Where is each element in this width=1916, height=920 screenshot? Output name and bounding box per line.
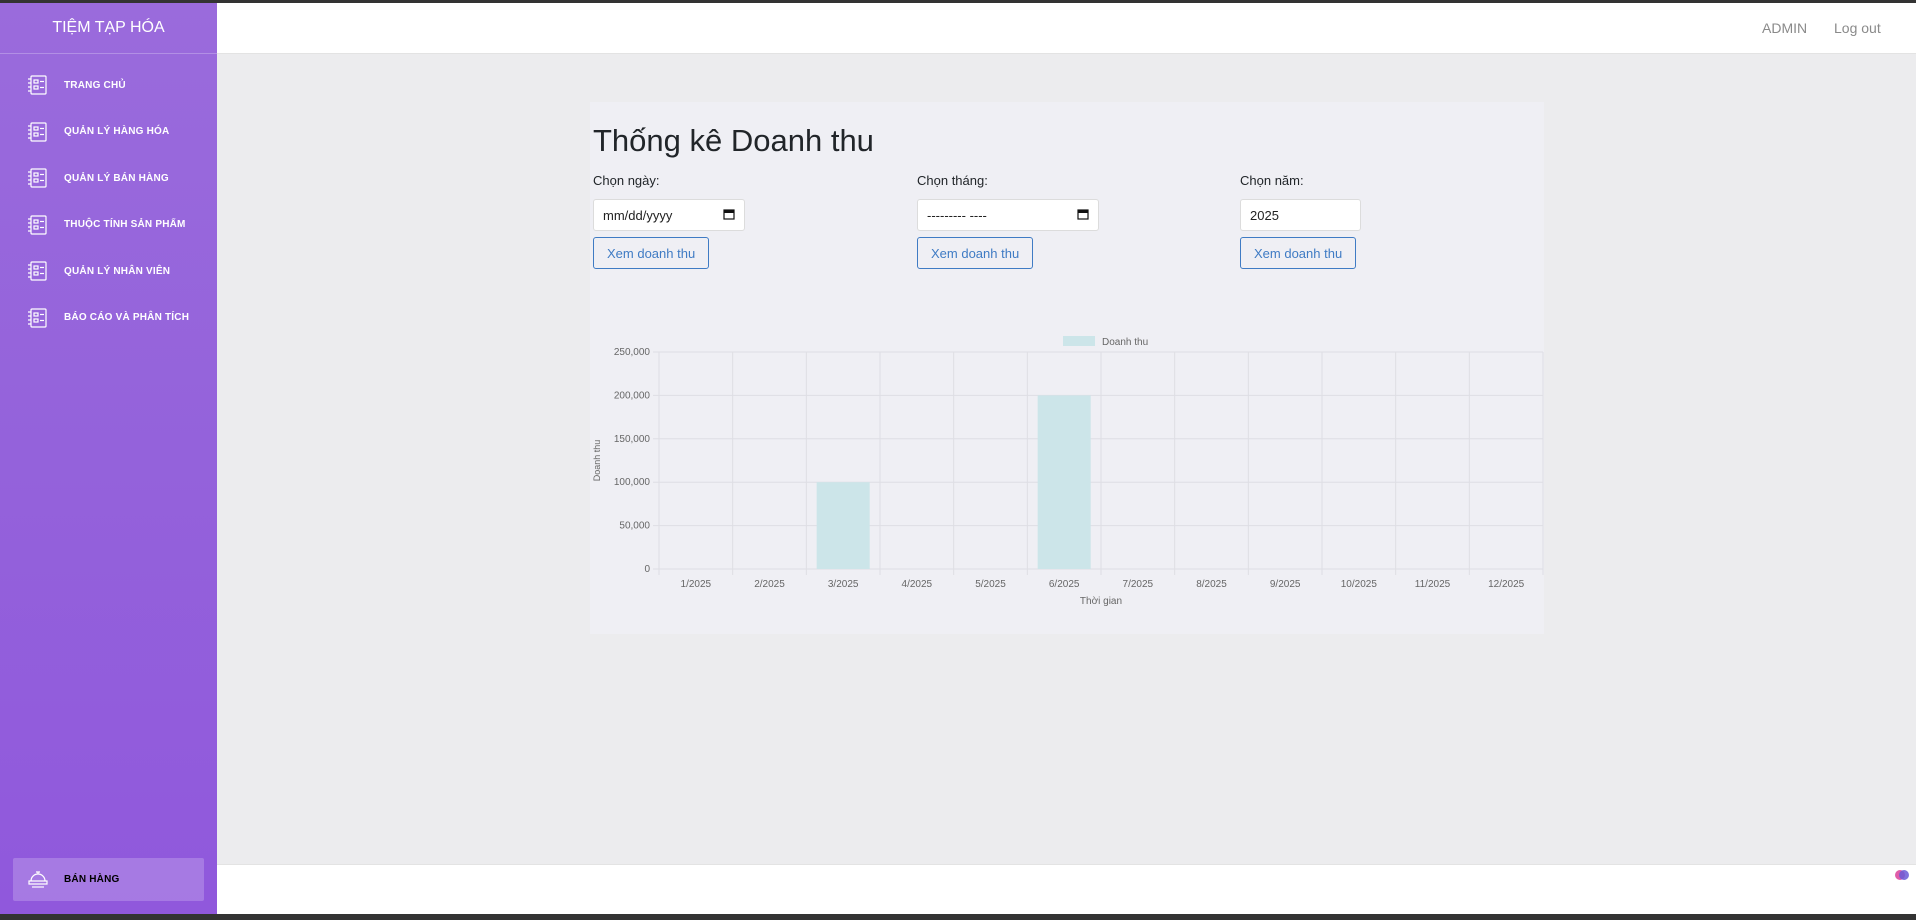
day-view-revenue-button[interactable]: Xem doanh thu xyxy=(593,237,710,269)
document-list-icon xyxy=(26,259,50,283)
x-tick-label: 2/2025 xyxy=(754,579,785,590)
page-title: Thống kê Doanh thu xyxy=(593,123,874,158)
x-tick-label: 6/2025 xyxy=(1049,579,1080,590)
y-tick-label: 150,000 xyxy=(614,434,651,445)
year-view-revenue-button[interactable]: Xem doanh thu xyxy=(1240,237,1357,269)
x-tick-label: 1/2025 xyxy=(681,579,712,590)
revenue-panel: Thống kê Doanh thu Chọn ngày: mm/dd/yyyy… xyxy=(590,102,1544,634)
y-axis-title: Doanh thu xyxy=(592,440,602,482)
sidebar-nav: TRANG CHỦ QUẢN LÝ HÀNG HÓA QUẢN LÝ BÁN H… xyxy=(0,62,217,341)
sell-button-label: BÁN HÀNG xyxy=(64,874,120,885)
top-navbar: ADMIN Log out xyxy=(217,3,1916,54)
x-tick-label: 4/2025 xyxy=(902,579,933,590)
document-list-icon xyxy=(26,73,50,97)
legend-label: Doanh thu xyxy=(1102,337,1148,348)
day-filter: Chọn ngày: mm/dd/yyyy Xem doanh thu xyxy=(593,173,745,269)
x-tick-label: 7/2025 xyxy=(1123,579,1154,590)
document-list-icon xyxy=(26,306,50,330)
year-input[interactable]: 2025 xyxy=(1240,199,1361,231)
document-list-icon xyxy=(26,120,50,144)
revenue-bar-chart: 0 50,000 100,000 150,000 200,000 250,000 1/202… xyxy=(592,336,1544,607)
month-input[interactable]: --------- ---- xyxy=(917,199,1099,231)
sidebar-item-home[interactable]: TRANG CHỦ xyxy=(0,62,217,109)
x-tick-label: 12/2025 xyxy=(1488,579,1525,590)
year-input-value: 2025 xyxy=(1250,207,1279,223)
sidebar-item-products[interactable]: QUẢN LÝ HÀNG HÓA xyxy=(0,109,217,156)
assistant-bubble-icon[interactable] xyxy=(1894,867,1910,883)
calendar-icon[interactable] xyxy=(1077,208,1089,223)
x-tick-label: 10/2025 xyxy=(1341,579,1378,590)
month-label: Chọn tháng: xyxy=(917,173,988,188)
x-tick-label: 9/2025 xyxy=(1270,579,1301,590)
sidebar-item-label: QUẢN LÝ BÁN HÀNG xyxy=(64,172,169,184)
y-tick-label: 100,000 xyxy=(614,477,651,488)
year-filter: Chọn năm: 2025 Xem doanh thu xyxy=(1240,173,1361,269)
month-input-value: --------- ---- xyxy=(927,207,987,223)
day-input[interactable]: mm/dd/yyyy xyxy=(593,199,745,231)
y-tick-label: 250,000 xyxy=(614,347,651,358)
legend-swatch xyxy=(1063,336,1095,346)
sidebar-item-label: QUẢN LÝ HÀNG HÓA xyxy=(64,126,170,138)
x-tick-label: 11/2025 xyxy=(1415,579,1451,590)
sell-button[interactable]: BÁN HÀNG xyxy=(13,858,204,901)
user-name[interactable]: ADMIN xyxy=(1762,20,1807,36)
brand-title[interactable]: TIỆM TẠP HÓA xyxy=(0,3,217,54)
sidebar-item-employees[interactable]: QUẢN LÝ NHÂN VIÊN xyxy=(0,248,217,295)
y-tick-label: 200,000 xyxy=(614,390,651,401)
calendar-icon[interactable] xyxy=(723,208,735,223)
sidebar-item-label: QUẢN LÝ NHÂN VIÊN xyxy=(64,265,171,277)
month-view-revenue-button[interactable]: Xem doanh thu xyxy=(917,237,1034,269)
year-label: Chọn năm: xyxy=(1240,173,1304,188)
sidebar: TIỆM TẠP HÓA TRANG CHỦ QUẢN LÝ HÀNG HÓA … xyxy=(0,3,217,914)
document-list-icon xyxy=(26,166,50,190)
sidebar-item-reports[interactable]: BÁO CÁO VÀ PHÂN TÍCH xyxy=(0,295,217,342)
month-filter: Chọn tháng: --------- ---- Xem doanh thu xyxy=(917,173,1099,269)
document-list-icon xyxy=(26,213,50,237)
bar-6/2025 xyxy=(1037,395,1091,569)
day-input-value: mm/dd/yyyy xyxy=(603,207,673,223)
bar-3/2025 xyxy=(816,482,870,569)
logout-link[interactable]: Log out xyxy=(1834,20,1881,36)
sidebar-item-sales[interactable]: QUẢN LÝ BÁN HÀNG xyxy=(0,155,217,202)
cashier-icon xyxy=(26,868,50,892)
window-bottom-edge xyxy=(0,914,1916,920)
day-label: Chọn ngày: xyxy=(593,173,660,188)
x-tick-label: 3/2025 xyxy=(828,579,859,590)
sidebar-item-attributes[interactable]: THUỘC TÍNH SẢN PHẨM xyxy=(0,202,217,249)
x-tick-label: 5/2025 xyxy=(975,579,1006,590)
x-axis-title: Thời gian xyxy=(1080,596,1122,607)
sidebar-item-label: THUỘC TÍNH SẢN PHẨM xyxy=(64,219,186,231)
footer xyxy=(217,864,1916,914)
sidebar-item-label: TRANG CHỦ xyxy=(64,79,126,91)
y-tick-label: 0 xyxy=(644,564,650,575)
x-tick-label: 8/2025 xyxy=(1196,579,1227,590)
sidebar-item-label: BÁO CÁO VÀ PHÂN TÍCH xyxy=(64,312,190,324)
y-tick-label: 50,000 xyxy=(619,521,650,532)
